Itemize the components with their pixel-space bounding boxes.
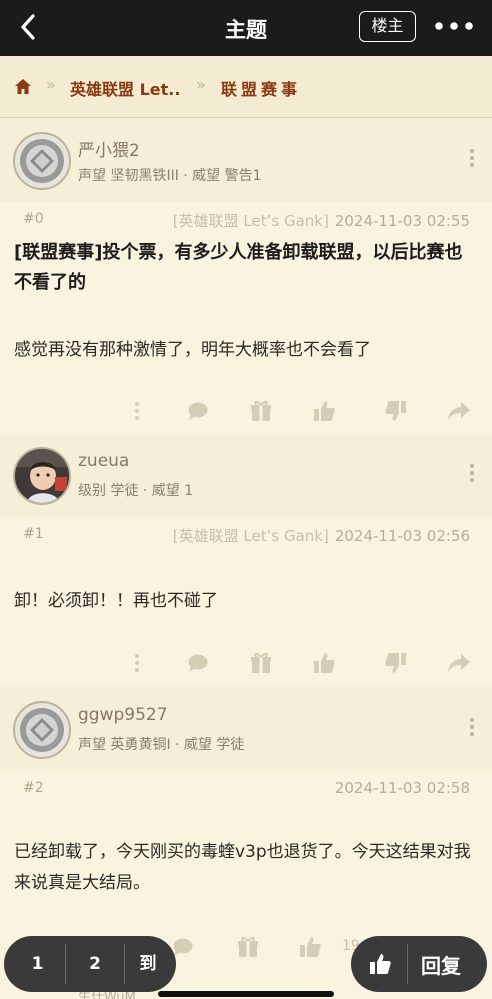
user-meta: 声望 英勇黄铜I · 威望 学徒 bbox=[78, 737, 245, 753]
thumbs-up-icon[interactable] bbox=[311, 398, 337, 424]
post-menu-icon[interactable] bbox=[469, 463, 475, 483]
floor-number: #2 bbox=[23, 780, 44, 796]
page-navigator: 1 2 到 bbox=[4, 936, 176, 992]
breadcrumb-separator: » bbox=[46, 75, 56, 94]
breadcrumb-subboard[interactable]: 联盟赛事 bbox=[221, 76, 301, 100]
page-title: 主题 bbox=[225, 18, 267, 42]
username[interactable]: zueua bbox=[78, 451, 129, 471]
gift-icon[interactable] bbox=[248, 398, 274, 424]
thumbs-up-icon[interactable] bbox=[311, 650, 337, 676]
page-1-button[interactable]: 1 bbox=[10, 936, 65, 992]
thumbs-down-icon[interactable] bbox=[383, 398, 409, 424]
post-1: zueua 级别 学徒 · 威望 1 #1 [英雄联盟 Let’s Gank] 2… bbox=[0, 433, 492, 687]
floor-number: #1 bbox=[23, 526, 44, 542]
comment-icon[interactable] bbox=[185, 398, 211, 424]
reply-button[interactable]: 回复 bbox=[421, 950, 461, 979]
breadcrumb-separator: » bbox=[196, 75, 206, 94]
post-content: 感觉再没有那种激情了，明年大概率也不会看了 bbox=[14, 340, 371, 360]
post-source-and-date: [英雄联盟 Let’s Gank] 2024-11-03 02:55 bbox=[173, 210, 470, 231]
share-icon[interactable] bbox=[446, 650, 472, 676]
breadcrumb-board[interactable]: 英雄联盟 Let.. bbox=[70, 76, 180, 100]
avatar[interactable] bbox=[13, 132, 71, 190]
post-date: 2024-11-03 02:56 bbox=[334, 527, 470, 545]
comment-icon[interactable] bbox=[185, 650, 211, 676]
username[interactable]: 严小猥2 bbox=[78, 136, 140, 161]
post-date: 2024-11-03 02:55 bbox=[334, 212, 470, 230]
post-menu-icon[interactable] bbox=[469, 717, 475, 737]
more-options-icon[interactable] bbox=[434, 18, 474, 34]
goto-page-button[interactable]: 到 bbox=[125, 936, 171, 992]
post-source-and-date: [英雄联盟 Let’s Gank] 2024-11-03 02:56 bbox=[173, 525, 470, 546]
post-title: [联盟赛事]投个票，有多少人准备卸载联盟，以后比赛也不看了的 bbox=[14, 242, 463, 293]
more-icon[interactable] bbox=[124, 398, 150, 424]
user-photo-avatar bbox=[15, 449, 69, 503]
more-icon[interactable] bbox=[124, 650, 150, 676]
breadcrumb: » 英雄联盟 Let.. » 联盟赛事 bbox=[0, 56, 492, 118]
post-0: 严小猥2 声望 坚韧黑铁III · 威望 警告1 #0 [英雄联盟 Let’s … bbox=[0, 118, 492, 433]
page-2-button[interactable]: 2 bbox=[66, 936, 124, 992]
post-content: 卸！必须卸！！再也不碰了 bbox=[14, 591, 218, 611]
user-meta: 级别 学徒 · 威望 1 bbox=[78, 483, 194, 499]
post-header: zueua 级别 学徒 · 威望 1 bbox=[0, 433, 492, 517]
default-avatar-icon bbox=[20, 139, 64, 183]
floor-number: #0 bbox=[23, 211, 44, 227]
default-avatar-icon bbox=[20, 708, 64, 752]
thumbs-down-icon[interactable] bbox=[383, 650, 409, 676]
home-icon[interactable] bbox=[15, 79, 31, 94]
gift-icon[interactable] bbox=[248, 650, 274, 676]
post-header: ggwp9527 声望 英勇黄铜I · 威望 学徒 bbox=[0, 687, 492, 771]
thread-owner-button[interactable]: 楼主 bbox=[359, 11, 416, 42]
top-bar: 主题 楼主 bbox=[0, 0, 492, 56]
gift-icon[interactable] bbox=[235, 934, 261, 960]
post-content: 已经卸载了，今天刚买的毒蝰v3p也退货了。今天这结果对我来说真是大结局。 bbox=[14, 842, 471, 893]
thumbs-up-icon[interactable] bbox=[367, 951, 393, 977]
post-header: 严小猥2 声望 坚韧黑铁III · 威望 警告1 bbox=[0, 118, 492, 202]
reply-bar: 回复 bbox=[351, 936, 487, 992]
user-meta: 声望 坚韧黑铁III · 威望 警告1 bbox=[78, 168, 262, 184]
reply-divider bbox=[407, 944, 408, 984]
avatar[interactable] bbox=[13, 701, 71, 759]
post-source: [英雄联盟 Let’s Gank] bbox=[172, 212, 329, 230]
post-date-line: 2024-11-03 02:58 bbox=[329, 779, 470, 797]
share-icon[interactable] bbox=[446, 398, 472, 424]
post-menu-icon[interactable] bbox=[469, 148, 475, 168]
thumbs-up-icon[interactable] bbox=[297, 934, 323, 960]
username[interactable]: ggwp9527 bbox=[78, 705, 168, 725]
post-actions bbox=[0, 398, 492, 426]
avatar[interactable] bbox=[13, 447, 71, 505]
post-date: 2024-11-03 02:58 bbox=[334, 779, 470, 797]
post-body: #0 [英雄联盟 Let’s Gank] 2024-11-03 02:55 [联盟… bbox=[0, 202, 492, 433]
post-source: [英雄联盟 Let’s Gank] bbox=[172, 527, 329, 545]
post-actions bbox=[0, 650, 492, 678]
home-indicator bbox=[158, 991, 334, 997]
post-body: #1 [英雄联盟 Let’s Gank] 2024-11-03 02:56 卸！必… bbox=[0, 517, 492, 687]
